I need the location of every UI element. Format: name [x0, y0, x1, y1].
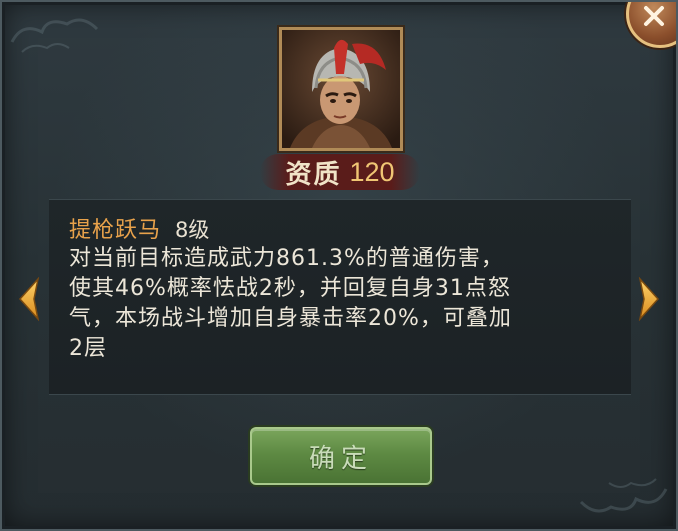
close-button[interactable] — [626, 2, 676, 48]
skill-description-line: 2层 — [69, 336, 107, 361]
confirm-button[interactable]: 确定 — [250, 427, 432, 485]
portrait-image — [282, 30, 400, 148]
skill-description: 对当前目标造成武力861.3%的普通伤害， 使其46%概率怯战2秒，并回复自身3… — [69, 244, 611, 364]
close-icon — [644, 6, 664, 26]
skill-panel: 提枪跃马 8级 对当前目标造成武力861.3%的普通伤害， 使其46%概率怯战2… — [49, 199, 631, 395]
cloud-ornament — [10, 18, 99, 53]
cloud-ornament — [579, 478, 668, 513]
skill-header: 提枪跃马 8级 — [69, 212, 611, 243]
skill-description-line: 对当前目标造成武力861.3%的普通伤害， — [69, 246, 504, 271]
general-portrait — [279, 27, 403, 151]
arrow-left-icon[interactable] — [16, 277, 42, 321]
skill-description-line: 气，本场战斗增加自身暴击率20%，可叠加 — [69, 306, 512, 331]
confirm-label: 确定 — [308, 443, 373, 474]
aptitude-value: 120 — [349, 156, 395, 187]
skill-name: 提枪跃马 — [69, 218, 162, 243]
skill-level: 8级 — [175, 218, 210, 242]
aptitude-label: 资质 — [285, 159, 342, 190]
skill-info-dialog: 资质 120 提枪跃马 8级 对当前目标造成武力861.3%的普通伤害， 使其4… — [0, 0, 678, 531]
arrow-right-icon[interactable] — [636, 277, 662, 321]
aptitude-banner: 资质 120 — [260, 154, 420, 190]
skill-description-line: 使其46%概率怯战2秒，并回复自身31点怒 — [69, 276, 511, 301]
